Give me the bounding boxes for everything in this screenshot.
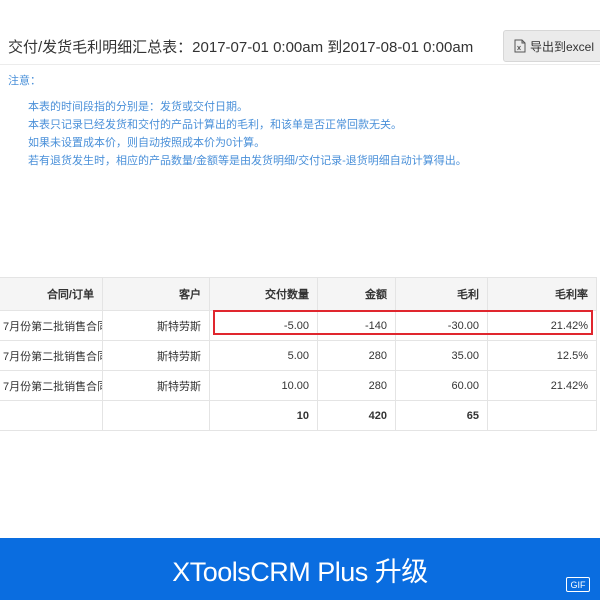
export-excel-label: 导出到excel bbox=[530, 39, 595, 54]
column-header-margin[interactable]: 毛利率 bbox=[487, 277, 597, 311]
gross-profit-table: 合同/订单 客户 交付数量 金额 毛利 毛利率 7月份第二批销售合同 斯特劳斯 … bbox=[0, 277, 597, 431]
total-customer-cell bbox=[102, 400, 210, 431]
notes-section: 注意： 本表的时间段指的分别是：发货或交付日期。 本表只记录已经发货和交付的产品… bbox=[8, 72, 467, 170]
column-header-amount[interactable]: 金额 bbox=[317, 277, 396, 311]
contract-link[interactable]: 7月份第二批销售合同 bbox=[0, 370, 103, 401]
total-margin-cell bbox=[487, 400, 597, 431]
note-item: 若有退货发生时，相应的产品数量/金额等是由发货明细/交付记录-退货明细自动计算得… bbox=[28, 155, 467, 167]
total-quantity-cell: 10 bbox=[209, 400, 318, 431]
export-excel-button[interactable]: 导出到excel bbox=[503, 30, 600, 62]
column-header-gross-profit[interactable]: 毛利 bbox=[395, 277, 488, 311]
column-header-quantity[interactable]: 交付数量 bbox=[209, 277, 318, 311]
amount-cell: 280 bbox=[317, 370, 396, 401]
table-header-row: 合同/订单 客户 交付数量 金额 毛利 毛利率 bbox=[0, 277, 597, 311]
gif-badge: GIF bbox=[566, 577, 590, 592]
amount-cell: -140 bbox=[317, 310, 396, 341]
total-contract-cell bbox=[0, 400, 103, 431]
contract-link[interactable]: 7月份第二批销售合同 bbox=[0, 310, 103, 341]
file-export-icon bbox=[514, 39, 526, 53]
promo-banner: XToolsCRM Plus 升级 bbox=[0, 538, 600, 600]
total-gross-profit-cell: 65 bbox=[395, 400, 488, 431]
amount-cell: 280 bbox=[317, 340, 396, 371]
report-page: 交付/发货毛利明细汇总表：2017-07-01 0:00am 到2017-08-… bbox=[0, 0, 600, 600]
notes-list: 本表的时间段指的分别是：发货或交付日期。 本表只记录已经发货和交付的产品计算出的… bbox=[28, 98, 467, 170]
margin-cell: 21.42% bbox=[487, 310, 597, 341]
table-row: 7月份第二批销售合同 斯特劳斯 5.00 280 35.00 12.5% bbox=[0, 340, 597, 371]
note-item: 本表只记录已经发货和交付的产品计算出的毛利，和该单是否正常回款无关。 bbox=[28, 119, 402, 131]
report-title: 交付/发货毛利明细汇总表：2017-07-01 0:00am 到2017-08-… bbox=[8, 39, 474, 56]
gross-profit-table-container: 合同/订单 客户 交付数量 金额 毛利 毛利率 7月份第二批销售合同 斯特劳斯 … bbox=[0, 277, 597, 431]
gross-profit-cell: 35.00 bbox=[395, 340, 488, 371]
note-item: 如果未设置成本价，则自动按照成本价为0计算。 bbox=[28, 137, 266, 149]
customer-cell: 斯特劳斯 bbox=[102, 310, 210, 341]
total-amount-cell: 420 bbox=[317, 400, 396, 431]
report-header: 交付/发货毛利明细汇总表：2017-07-01 0:00am 到2017-08-… bbox=[0, 0, 600, 65]
quantity-cell: -5.00 bbox=[209, 310, 318, 341]
table-total-row: 10 420 65 bbox=[0, 400, 597, 431]
table-row: 7月份第二批销售合同 斯特劳斯 10.00 280 60.00 21.42% bbox=[0, 370, 597, 401]
gross-profit-cell: 60.00 bbox=[395, 370, 488, 401]
customer-cell: 斯特劳斯 bbox=[102, 370, 210, 401]
promo-banner-text: XToolsCRM Plus 升级 bbox=[172, 556, 428, 587]
contract-link[interactable]: 7月份第二批销售合同 bbox=[0, 340, 103, 371]
column-header-customer[interactable]: 客户 bbox=[102, 277, 210, 311]
note-item: 本表的时间段指的分别是：发货或交付日期。 bbox=[28, 101, 248, 113]
margin-cell: 12.5% bbox=[487, 340, 597, 371]
customer-cell: 斯特劳斯 bbox=[102, 340, 210, 371]
margin-cell: 21.42% bbox=[487, 370, 597, 401]
quantity-cell: 10.00 bbox=[209, 370, 318, 401]
column-header-contract[interactable]: 合同/订单 bbox=[0, 277, 103, 311]
gross-profit-cell: -30.00 bbox=[395, 310, 488, 341]
table-row: 7月份第二批销售合同 斯特劳斯 -5.00 -140 -30.00 21.42% bbox=[0, 310, 597, 341]
quantity-cell: 5.00 bbox=[209, 340, 318, 371]
notes-title: 注意： bbox=[8, 75, 41, 87]
